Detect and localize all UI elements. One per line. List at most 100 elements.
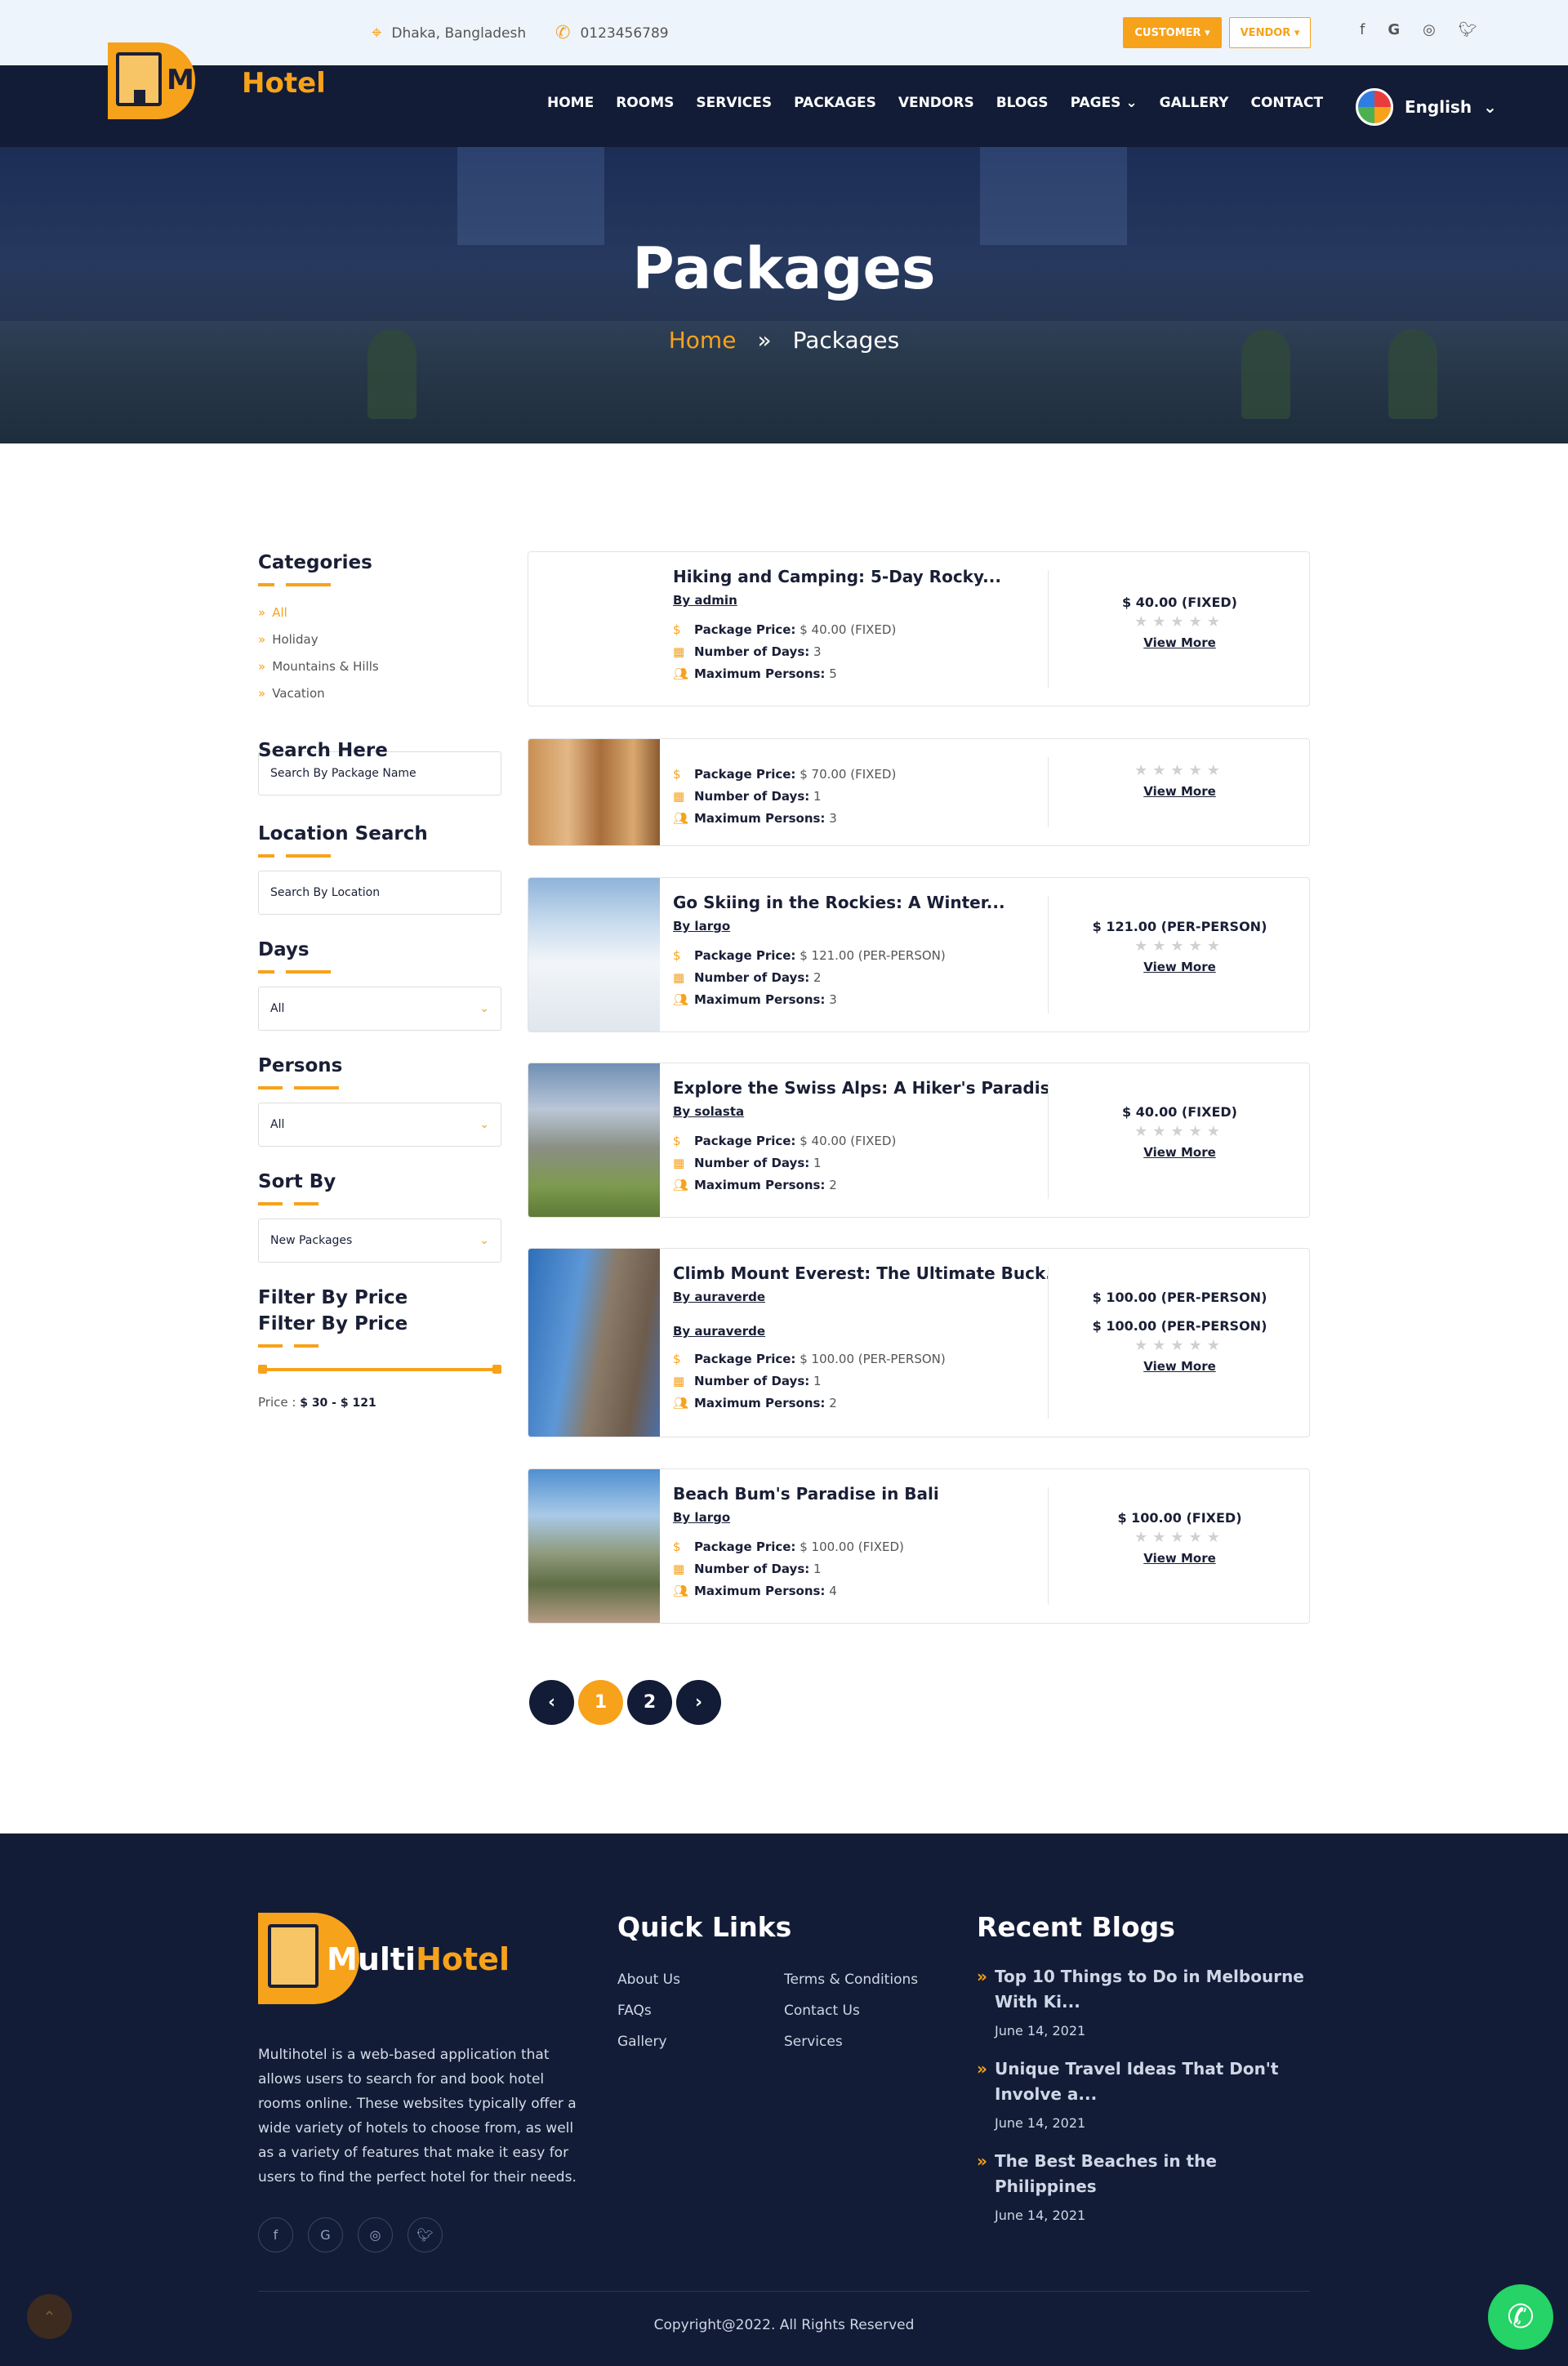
nav-item-vendors[interactable]: VENDORS (898, 95, 974, 111)
next-page-button[interactable]: › (676, 1680, 721, 1725)
footer-link[interactable]: Services (784, 2026, 918, 2057)
phone-info[interactable]: ✆ 0123456789 (555, 23, 669, 43)
facebook-icon[interactable]: f (258, 2217, 293, 2252)
vendor-dropdown-button[interactable]: VENDOR ▾ (1229, 17, 1311, 48)
customer-dropdown-button[interactable]: CUSTOMER ▾ (1123, 17, 1222, 48)
package-image[interactable] (528, 1063, 660, 1217)
phone-icon: ✆ (555, 23, 571, 43)
nav-item-packages[interactable]: PACKAGES (794, 95, 876, 111)
twitter-icon[interactable]: 🐦︎ (408, 2217, 443, 2252)
nav-item-gallery[interactable]: GALLERY (1160, 95, 1229, 111)
package-image[interactable] (528, 1469, 660, 1623)
package-title[interactable]: Go Skiing in the Rockies: A Winter... (673, 893, 1049, 912)
footer-social-links: f G ◎ 🐦︎ (258, 2217, 443, 2252)
package-author[interactable]: By auraverde (673, 1324, 1049, 1339)
breadcrumb-home[interactable]: Home (669, 327, 737, 354)
sort-select[interactable]: New Packages ⌄ (258, 1219, 501, 1263)
days-label: Number of Days: (694, 644, 810, 659)
price-min-handle[interactable] (258, 1365, 267, 1374)
instagram-icon[interactable]: ◎ (1423, 21, 1436, 38)
view-more-link[interactable]: View More (1049, 635, 1309, 650)
package-image[interactable] (528, 739, 660, 845)
package-price-label: Package Price: (694, 622, 796, 637)
package-price: $ 40.00 (FIXED) (1122, 1104, 1237, 1120)
brand-name[interactable]: Hotel (242, 67, 326, 100)
blog-title[interactable]: Top 10 Things to Do in Melbourne With Ki… (977, 1964, 1320, 2015)
package-title[interactable]: Climb Mount Everest: The Ultimate Buck..… (673, 1263, 1049, 1283)
location-search-input[interactable]: Search By Location (258, 871, 501, 915)
package-price-row: $ Package Price: $ 100.00 (FIXED) (673, 1536, 1049, 1558)
view-more-link[interactable]: View More (1049, 1359, 1309, 1374)
google-icon[interactable]: G (1388, 21, 1400, 38)
footer-link[interactable]: Contact Us (784, 1995, 918, 2026)
footer-brand-part: Hotel (416, 1941, 510, 1977)
package-title[interactable]: Explore the Swiss Alps: A Hiker's Paradi… (673, 1078, 1049, 1098)
chevron-down-icon: ⌄ (479, 1118, 489, 1131)
package-author[interactable]: By largo (673, 1510, 1049, 1525)
package-card: Explore the Swiss Alps: A Hiker's Paradi… (528, 1063, 1310, 1218)
page-button[interactable]: 2 (627, 1680, 672, 1725)
twitter-icon[interactable]: 🐦︎ (1459, 21, 1477, 38)
package-author[interactable]: By solasta (673, 1104, 1049, 1119)
price-range-text: Price : $ 30 - $ 121 (258, 1395, 503, 1410)
page-button[interactable]: 1 (578, 1680, 623, 1725)
vendor-label: VENDOR (1240, 26, 1291, 39)
price-range-track (263, 1368, 497, 1371)
package-price-row: $ Package Price: $ 100.00 (PER-PERSON) (673, 1348, 1049, 1370)
package-price-row: $ Package Price: $ 40.00 (FIXED) (673, 1130, 1049, 1152)
rating-stars-icon: ★★★★★ (1134, 1529, 1225, 1546)
nav-item-rooms[interactable]: ROOMS (616, 95, 674, 111)
package-author[interactable]: By auraverde (673, 1290, 1049, 1304)
footer-link[interactable]: Gallery (617, 2026, 680, 2057)
view-more-link[interactable]: View More (1049, 784, 1309, 799)
rating-stars-icon: ★★★★★ (1134, 938, 1225, 955)
view-more-link[interactable]: View More (1049, 960, 1309, 974)
days-label: Number of Days: (694, 1562, 810, 1576)
persons-value: 5 (829, 666, 837, 681)
sort-value: New Packages (270, 1234, 353, 1247)
instagram-icon[interactable]: ◎ (358, 2217, 393, 2252)
price-range-slider[interactable] (258, 1361, 501, 1377)
package-author[interactable]: By largo (673, 919, 1049, 933)
breadcrumb-current: Packages (792, 327, 900, 354)
nav-item-home[interactable]: HOME (547, 95, 594, 111)
view-more-link[interactable]: View More (1049, 1145, 1309, 1160)
package-title[interactable]: Hiking and Camping: 5-Day Rocky... (673, 567, 1049, 586)
blog-title[interactable]: Unique Travel Ideas That Don't Involve a… (977, 2056, 1320, 2107)
persons-select[interactable]: All ⌄ (258, 1103, 501, 1147)
days-select[interactable]: All ⌄ (258, 987, 501, 1031)
package-image[interactable] (528, 552, 660, 706)
hotel-building-icon (116, 52, 162, 106)
package-author[interactable]: By admin (673, 593, 1049, 608)
package-title[interactable]: Beach Bum's Paradise in Bali (673, 1484, 1049, 1504)
price-max-handle[interactable] (492, 1365, 501, 1374)
prev-page-button[interactable]: ‹ (529, 1680, 574, 1725)
persons-label: Maximum Persons: (694, 811, 826, 826)
category-item[interactable]: » Mountains & Hills (258, 653, 503, 680)
category-item[interactable]: » All (258, 599, 503, 626)
blog-title[interactable]: The Best Beaches in the Philippines (977, 2149, 1320, 2199)
package-image[interactable] (528, 878, 660, 1032)
title-underline (258, 854, 503, 858)
category-item[interactable]: » Holiday (258, 626, 503, 653)
footer-link[interactable]: About Us (617, 1964, 680, 1995)
scroll-to-top-button[interactable]: ⌃ (27, 2294, 72, 2339)
language-selector[interactable]: English ⌄ (1356, 88, 1497, 126)
footer-link[interactable]: Terms & Conditions (784, 1964, 918, 1995)
whatsapp-icon[interactable]: ✆ (1488, 2284, 1553, 2350)
package-image[interactable] (528, 1249, 660, 1437)
view-more-link[interactable]: View More (1049, 1551, 1309, 1566)
phone-text[interactable]: 0123456789 (580, 25, 668, 42)
title-underline (258, 1086, 503, 1089)
calendar-icon: ▦ (673, 1374, 685, 1388)
nav-item-services[interactable]: SERVICES (696, 95, 772, 111)
facebook-icon[interactable]: f (1360, 21, 1365, 38)
hotel-logo[interactable]: M (108, 42, 195, 119)
package-price-row: $ Package Price: $ 121.00 (PER-PERSON) (673, 945, 1049, 967)
footer-link[interactable]: FAQs (617, 1995, 680, 2026)
google-icon[interactable]: G (308, 2217, 343, 2252)
category-item[interactable]: » Vacation (258, 680, 503, 707)
nav-item-blogs[interactable]: BLOGS (996, 95, 1049, 111)
nav-item-pages[interactable]: PAGES ⌄ (1071, 95, 1138, 111)
nav-item-contact[interactable]: CONTACT (1250, 95, 1323, 111)
